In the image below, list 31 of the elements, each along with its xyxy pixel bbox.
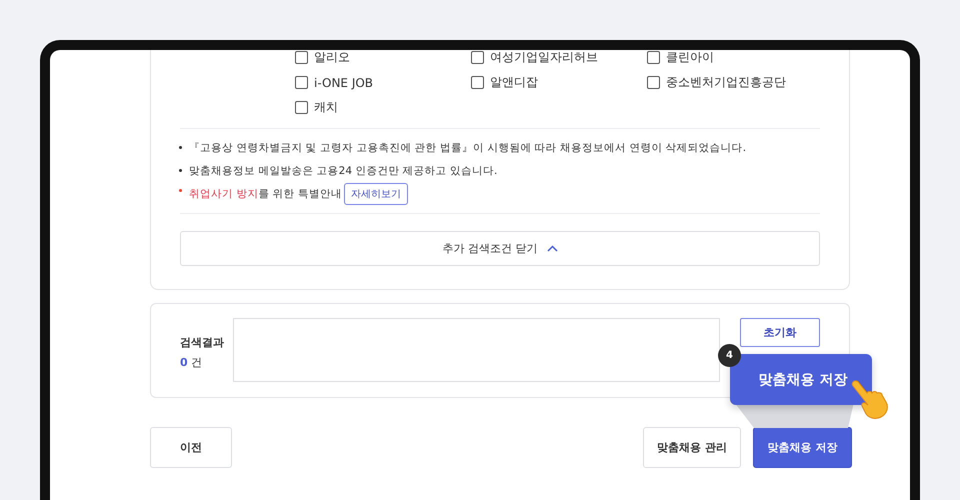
notice-text: 맞춤채용정보 메일발송은 고용24 인증건만 제공하고 있습니다. [189, 164, 498, 178]
notice-text: 『고용상 연령차별금지 및 고령자 고용촉진에 관한 법률』이 시행됨에 따라 채용정보에서 연령이 삭제되었습니다. [189, 140, 746, 154]
checkbox[interactable] [295, 76, 308, 89]
checkbox-label: 알리오 [314, 50, 350, 66]
bullet-icon [179, 146, 182, 149]
checkbox[interactable] [295, 51, 308, 64]
step-badge: 4 [718, 344, 741, 367]
bullet-icon [179, 189, 182, 192]
result-field[interactable] [232, 318, 720, 382]
result-count: 0 건 [180, 355, 204, 370]
checkbox[interactable] [471, 51, 484, 64]
chevron-up-icon [546, 245, 558, 252]
notice-text: 취업사기 방지 를 위한 특별안내 [189, 186, 342, 200]
checkbox-label: 여성기업일자리허브 [490, 50, 598, 66]
checkbox-label: 캐치 [314, 99, 338, 116]
checkbox-label: i-ONE JOB [314, 76, 374, 90]
checkbox-label: 중소벤처기업진흥공단 [666, 74, 786, 91]
checkbox-label: 클린아이 [666, 50, 714, 66]
checkbox[interactable] [647, 51, 660, 64]
bullet-icon [179, 169, 182, 172]
checkbox-label: 알앤디잡 [490, 74, 538, 91]
reset-button[interactable]: 초기화 [740, 318, 820, 347]
save-button[interactable]: 맞춤채용 저장 [753, 427, 852, 468]
checkbox[interactable] [295, 101, 308, 114]
checkbox[interactable] [471, 76, 484, 89]
checkbox[interactable] [647, 76, 660, 89]
details-button[interactable]: 자세히보기 [344, 182, 408, 204]
previous-button[interactable]: 이전 [150, 427, 232, 468]
manage-button[interactable]: 맞춤채용 관리 [643, 427, 741, 468]
result-label: 검색결과 [180, 335, 225, 350]
collapse-filters-button[interactable]: 추가 검색조건 닫기 [180, 231, 820, 266]
